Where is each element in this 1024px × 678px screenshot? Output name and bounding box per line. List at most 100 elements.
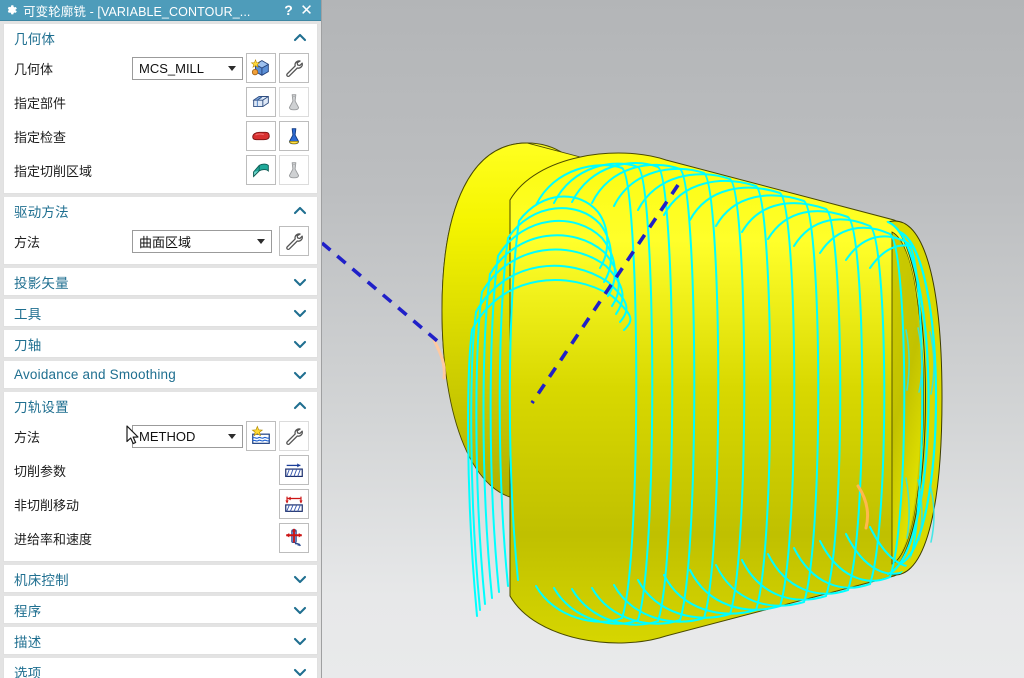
section-header-projection-vector[interactable]: 投影矢量 xyxy=(4,268,317,295)
section-header-description[interactable]: 描述 xyxy=(4,627,317,654)
chevron-down-icon[interactable] xyxy=(293,665,307,678)
select-part-tool-icon xyxy=(283,91,305,113)
check-body-icon-button[interactable] xyxy=(246,121,276,151)
section-program: 程序 xyxy=(3,596,318,624)
dialog-titlebar[interactable]: 可变轮廓铣 - [VARIABLE_CONTOUR_... ? ✕ xyxy=(0,0,321,21)
section-header-program[interactable]: 程序 xyxy=(4,596,317,623)
method-water-icon-button[interactable] xyxy=(246,421,276,451)
help-button[interactable]: ? xyxy=(280,1,297,20)
chevron-down-icon[interactable] xyxy=(293,572,307,586)
row-path-settings-2: 非切削移动 xyxy=(4,487,317,521)
section-title-description: 描述 xyxy=(14,634,42,650)
chevron-down-icon[interactable] xyxy=(293,275,307,289)
part-body-icon xyxy=(250,91,272,113)
cut-area-icon-button[interactable] xyxy=(246,155,276,185)
section-tool: 工具 xyxy=(3,299,318,327)
row-path-settings-0: 方法 METHOD xyxy=(4,419,317,453)
row-label: 几何体 xyxy=(14,61,54,77)
chevron-down-icon[interactable] xyxy=(228,434,236,439)
chevron-down-icon[interactable] xyxy=(293,603,307,617)
combo-geometry-0[interactable]: MCS_MILL xyxy=(132,56,243,80)
dialog-title: 可变轮廓铣 - [VARIABLE_CONTOUR_... xyxy=(23,4,251,19)
non-cutting-moves-icon xyxy=(283,493,305,515)
edit-wrench-icon-button[interactable] xyxy=(279,421,309,451)
combo-value: MCS_MILL xyxy=(139,60,205,76)
part-tube-body xyxy=(509,152,937,644)
section-geometry: 几何体 几何体 MCS_MILL 指定部件 指定检查 指定切削区域 xyxy=(3,24,318,194)
section-title-tool: 工具 xyxy=(14,306,42,322)
select-check-tool-icon-button[interactable] xyxy=(279,121,309,151)
chevron-down-icon[interactable] xyxy=(293,337,307,351)
edit-wrench-icon xyxy=(283,425,305,447)
non-cutting-moves-icon-button[interactable] xyxy=(279,489,309,519)
mcs-geometry-icon-button[interactable] xyxy=(246,53,276,83)
edit-wrench-icon-button[interactable] xyxy=(279,226,309,256)
cam-toolpath-viewport[interactable] xyxy=(322,0,1024,678)
edit-wrench-icon xyxy=(283,230,305,252)
section-avoidance-smoothing: Avoidance and Smoothing xyxy=(3,361,318,389)
row-path-settings-1: 切削参数 xyxy=(4,453,317,487)
chevron-up-icon[interactable] xyxy=(293,204,307,218)
chevron-down-icon[interactable] xyxy=(293,368,307,382)
section-projection-vector: 投影矢量 xyxy=(3,268,318,296)
section-title-path-settings: 刀轨设置 xyxy=(14,399,69,415)
row-label: 方法 xyxy=(14,429,41,445)
chevron-up-icon[interactable] xyxy=(293,399,307,413)
row-label: 方法 xyxy=(14,234,41,250)
variable-contour-milling-dialog[interactable]: 可变轮廓铣 - [VARIABLE_CONTOUR_... ? ✕ 几何体 几何体… xyxy=(0,0,322,678)
row-geometry-1: 指定部件 xyxy=(4,85,317,119)
select-cut-area-tool-icon-button[interactable] xyxy=(279,155,309,185)
section-path-settings: 刀轨设置方法 METHOD 切削参数非切削移动进给率和速度 xyxy=(3,392,318,562)
select-part-tool-icon-button[interactable] xyxy=(279,87,309,117)
section-header-machine-control[interactable]: 机床控制 xyxy=(4,565,317,592)
cut-area-icon xyxy=(250,159,272,181)
section-tool-axis: 刀轴 xyxy=(3,330,318,358)
section-title-options: 选项 xyxy=(14,665,42,678)
gear-icon xyxy=(4,3,18,17)
section-title-projection-vector: 投影矢量 xyxy=(14,275,69,291)
row-geometry-3: 指定切削区域 xyxy=(4,153,317,187)
feeds-speeds-icon-button[interactable] xyxy=(279,523,309,553)
row-label: 指定部件 xyxy=(14,95,67,111)
section-header-path-settings[interactable]: 刀轨设置 xyxy=(4,392,317,419)
edit-wrench-icon xyxy=(283,57,305,79)
part-body-icon-button[interactable] xyxy=(246,87,276,117)
section-title-drive-method: 驱动方法 xyxy=(14,204,69,220)
section-header-options[interactable]: 选项 xyxy=(4,658,317,678)
section-title-tool-axis: 刀轴 xyxy=(14,337,42,353)
section-header-tool[interactable]: 工具 xyxy=(4,299,317,326)
row-drive-method-0: 方法 曲面区域 xyxy=(4,224,317,258)
section-title-geometry: 几何体 xyxy=(14,31,56,47)
row-label: 非切削移动 xyxy=(14,497,80,513)
chevron-down-icon[interactable] xyxy=(293,306,307,320)
section-title-program: 程序 xyxy=(14,603,42,619)
edit-wrench-icon-button[interactable] xyxy=(279,53,309,83)
section-title-machine-control: 机床控制 xyxy=(14,572,69,588)
select-cut-area-tool-icon xyxy=(283,159,305,181)
section-header-avoidance-smoothing[interactable]: Avoidance and Smoothing xyxy=(4,361,317,388)
section-header-drive-method[interactable]: 驱动方法 xyxy=(4,197,317,224)
row-path-settings-3: 进给率和速度 xyxy=(4,521,317,555)
check-body-icon xyxy=(250,125,272,147)
section-header-tool-axis[interactable]: 刀轴 xyxy=(4,330,317,357)
section-machine-control: 机床控制 xyxy=(3,565,318,593)
combo-drive-method-0[interactable]: 曲面区域 xyxy=(132,229,272,253)
chevron-up-icon[interactable] xyxy=(293,31,307,45)
section-rows-geometry: 几何体 MCS_MILL 指定部件指定检查指定切削区域 xyxy=(4,51,317,193)
section-header-geometry[interactable]: 几何体 xyxy=(4,24,317,51)
close-button[interactable]: ✕ xyxy=(297,1,316,20)
row-label: 指定检查 xyxy=(14,129,67,145)
chevron-down-icon[interactable] xyxy=(293,634,307,648)
row-geometry-2: 指定检查 xyxy=(4,119,317,153)
combo-value: 曲面区域 xyxy=(139,234,192,250)
row-label: 切削参数 xyxy=(14,463,67,479)
cutting-parameters-icon-button[interactable] xyxy=(279,455,309,485)
dialog-body: 几何体 几何体 MCS_MILL 指定部件 指定检查 指定切削区域 驱动方法 方法 曲面区域 投影… xyxy=(0,21,321,678)
section-description: 描述 xyxy=(3,627,318,655)
section-rows-path-settings: 方法 METHOD 切削参数非切削移动进给率和速度 xyxy=(4,419,317,561)
chevron-down-icon[interactable] xyxy=(257,239,265,244)
combo-path-settings-0[interactable]: METHOD xyxy=(132,424,243,448)
row-label: 指定切削区域 xyxy=(14,163,93,179)
chevron-down-icon[interactable] xyxy=(228,66,236,71)
cutting-parameters-icon xyxy=(283,459,305,481)
